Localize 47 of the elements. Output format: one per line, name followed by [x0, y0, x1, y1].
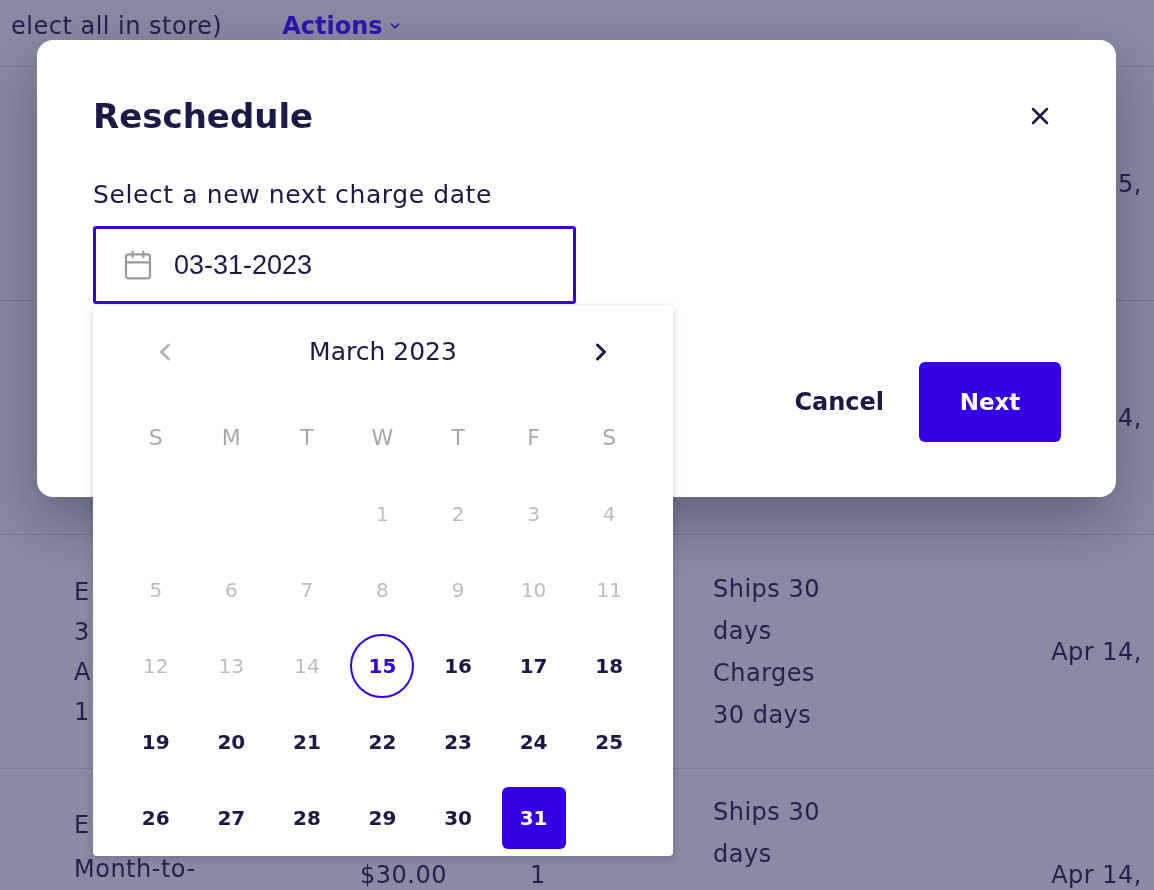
schedule-text: Ships 30 days [713, 797, 822, 870]
calendar-day[interactable]: 21 [274, 711, 339, 773]
weekday-label: F [527, 424, 540, 452]
weekday-label: M [221, 424, 241, 452]
calendar-day[interactable]: 23 [426, 711, 491, 773]
weekday-label: T [451, 424, 465, 452]
date-text: 4, [1118, 404, 1142, 431]
calendar-day[interactable]: 31 [501, 787, 566, 849]
month-title: March 2023 [309, 336, 457, 368]
calendar-day[interactable]: 18 [577, 635, 642, 697]
calendar-day[interactable]: 19 [123, 711, 188, 773]
date-field[interactable]: 03-31-2023 [93, 226, 576, 304]
calendar-day[interactable]: 26 [123, 787, 188, 849]
calendar-day[interactable]: 30 [426, 787, 491, 849]
weekday-label: W [371, 424, 394, 452]
calendar-day[interactable]: 20 [199, 711, 264, 773]
calendar-day[interactable]: 15 [350, 634, 415, 698]
calendar-day[interactable]: 16 [426, 635, 491, 697]
calendar-day[interactable]: 25 [577, 711, 642, 773]
calendar-icon [122, 249, 154, 281]
weekday-label: S [602, 424, 617, 452]
row-label-text: 1 [74, 698, 90, 725]
weekday-label: T [300, 424, 314, 452]
date-text: Apr 14, [1051, 638, 1142, 665]
field-label: Select a new next charge date [93, 179, 492, 211]
calendar-day[interactable]: 27 [199, 787, 264, 849]
date-text: Apr 14, [1051, 862, 1142, 888]
next-button[interactable]: Next [919, 362, 1061, 442]
row-label-text: E [74, 578, 90, 605]
calendar-day[interactable]: 28 [274, 787, 339, 849]
cancel-button[interactable]: Cancel [778, 362, 900, 442]
calendar-day[interactable]: 17 [501, 635, 566, 697]
calendar-day[interactable]: 24 [501, 711, 566, 773]
dialog-title: Reschedule [93, 96, 314, 136]
calendar-day[interactable]: 29 [350, 787, 415, 849]
date-text: 5, [1118, 170, 1142, 197]
schedule-text: Charges 30 days [713, 657, 817, 731]
row-label-text: E [74, 812, 90, 838]
price-text: $30.00 [360, 862, 447, 888]
weekday-label: S [148, 424, 163, 452]
count-text: 1 [530, 862, 546, 888]
row-label-text: A [74, 658, 91, 685]
row-label-text: 3 [74, 618, 90, 645]
row-label-text: Month-to- [74, 856, 196, 882]
calendar-day[interactable]: 22 [350, 711, 415, 773]
select-all-link[interactable]: elect all in store) [11, 10, 223, 42]
schedule-text: Ships 30 days [713, 573, 822, 647]
